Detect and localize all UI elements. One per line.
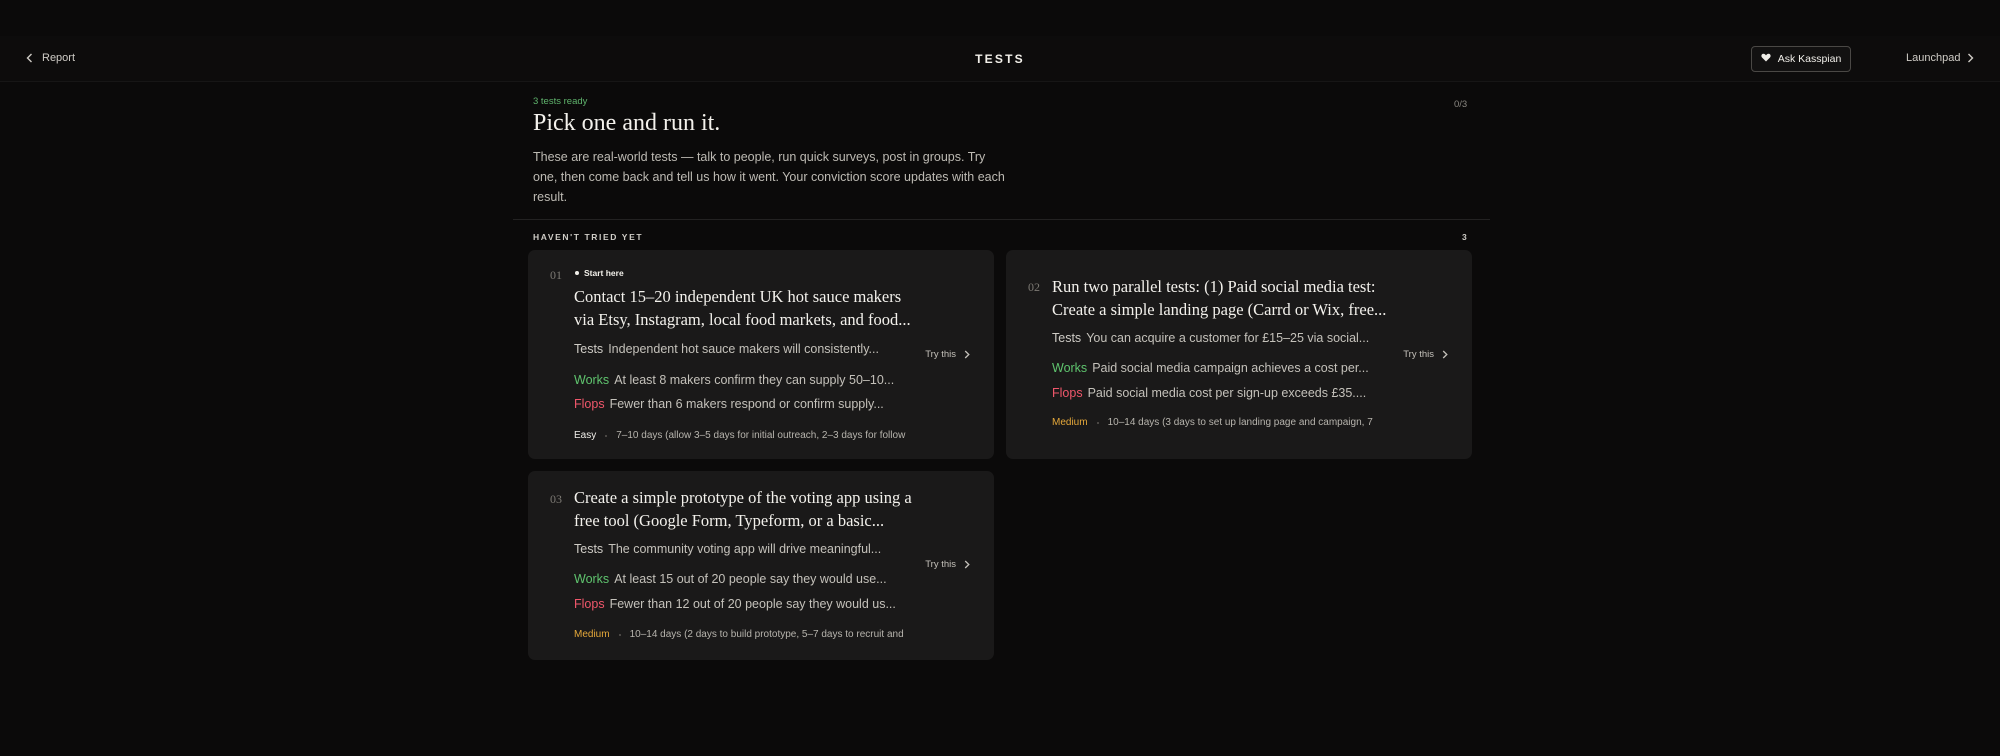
duration-text: 7–10 days (allow 3–5 days for initial ou… [616,430,906,441]
flops-row: Flops Fewer than 6 makers respond or conf… [574,397,908,411]
card-title: Create a simple prototype of the voting … [574,488,912,530]
separator-dot [618,633,621,636]
page-title: TESTS [975,52,1025,66]
tests-ready-status: 3 tests ready [533,96,588,107]
flops-text: Paid social media cost per sign-up excee… [1087,386,1367,400]
flops-label: Flops [574,397,605,411]
progress-counter: 0/3 [1454,99,1468,110]
works-label: Works [574,373,610,387]
flops-label: Flops [1052,386,1083,400]
intro-description: These are real-world tests — talk to peo… [533,150,1005,204]
section-count: 3 [1462,232,1467,242]
tests-text: You can acquire a customer for £15–25 vi… [1086,331,1370,345]
card-meta: Medium 10–14 days (3 days to set up land… [1052,417,1392,428]
works-label: Works [574,572,610,586]
card-title: Contact 15–20 independent UK hot sauce m… [574,287,911,329]
card-title: Run two parallel tests: (1) Paid social … [1052,277,1387,319]
ask-kasspian-button[interactable]: Ask Kasspian [1751,46,1851,72]
works-label: Works [1052,361,1088,375]
tests-row: Tests Independent hot sauce makers will c… [574,342,908,356]
chevron-right-icon [964,350,970,359]
start-here-badge: Start here [575,268,624,278]
card-meta: Medium 10–14 days (2 days to build proto… [574,629,914,640]
separator-dot [605,434,608,437]
difficulty-label: Medium [1052,417,1088,428]
flops-text: Fewer than 6 makers respond or confirm s… [609,397,884,411]
card-number: 01 [550,268,562,282]
try-this-label: Try this [925,349,956,360]
card-meta: Easy 7–10 days (allow 3–5 days for initi… [574,430,914,441]
flops-row: Flops Paid social media cost per sign-up … [1052,386,1386,400]
tests-text: Independent hot sauce makers will consis… [608,342,879,356]
difficulty-label: Easy [574,430,597,441]
launchpad-link[interactable]: Launchpad [1906,52,1974,64]
top-bar: Report TESTS Ask Kasspian Launchpad [0,36,2000,82]
ask-kasspian-label: Ask Kasspian [1777,53,1842,65]
try-this-button[interactable]: Try this [925,559,970,570]
card-number: 02 [1028,280,1040,294]
card-number: 03 [550,492,562,506]
page-headline: Pick one and run it. [533,110,721,136]
try-this-label: Try this [1403,349,1434,360]
works-row: Works Paid social media campaign achieves… [1052,361,1386,375]
works-row: Works At least 8 makers confirm they can … [574,373,908,387]
duration-text: 10–14 days (3 days to set up landing pag… [1107,417,1373,428]
section-label: HAVEN'T TRIED YET [533,232,644,242]
works-row: Works At least 15 out of 20 people say th… [574,572,908,586]
tests-row: Tests The community voting app will drive… [574,542,908,556]
flops-text: Fewer than 12 out of 20 people say they … [609,597,896,611]
badge-label: Start here [584,268,624,278]
chevron-right-icon [1967,53,1974,63]
section-divider [513,219,1490,220]
works-text: At least 15 out of 20 people say they wo… [614,572,887,586]
test-card-3[interactable]: 03 Create a simple prototype of the voti… [528,471,994,660]
duration-text: 10–14 days (2 days to build prototype, 5… [629,629,904,640]
flops-label: Flops [574,597,605,611]
test-card-1[interactable]: 01 Start here Contact 15–20 independent … [528,250,994,459]
try-this-button[interactable]: Try this [925,349,970,360]
works-text: Paid social media campaign achieves a co… [1092,361,1369,375]
tests-label: Tests [574,342,604,356]
launchpad-label: Launchpad [1906,52,1961,64]
chevron-right-icon [1442,350,1448,359]
flops-row: Flops Fewer than 12 out of 20 people say … [574,597,908,611]
chevron-right-icon [964,560,970,569]
tests-label: Tests [1052,331,1082,345]
heart-icon [1761,53,1771,65]
works-text: At least 8 makers confirm they can suppl… [614,373,895,387]
separator-dot [1096,421,1099,424]
tests-row: Tests You can acquire a customer for £15–… [1052,331,1386,345]
try-this-label: Try this [925,559,956,570]
test-card-2[interactable]: 02 Run two parallel tests: (1) Paid soci… [1006,250,1472,459]
tests-label: Tests [574,542,604,556]
dot-icon [575,271,579,275]
try-this-button[interactable]: Try this [1403,349,1448,360]
difficulty-label: Medium [574,629,610,640]
tests-text: The community voting app will drive mean… [608,542,882,556]
